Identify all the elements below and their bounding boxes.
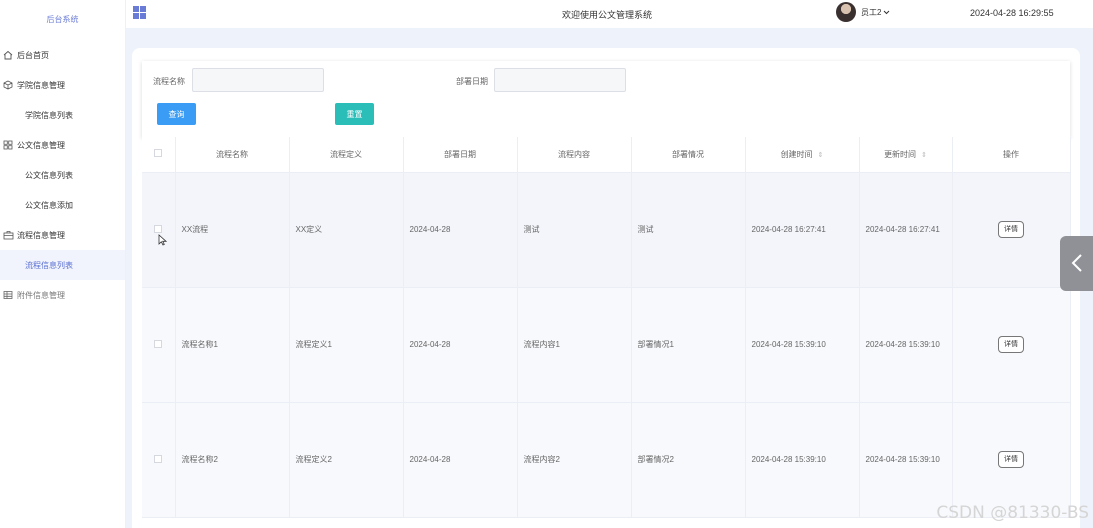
menu-item-document-add[interactable]: 公文信息添加 <box>0 190 125 220</box>
cell-content: 流程内容2 <box>517 402 632 518</box>
home-icon <box>2 49 14 61</box>
cell-created: 2024-04-28 15:39:10 <box>745 287 860 403</box>
cell-action: 详情 <box>952 172 1071 288</box>
menu-item-college-list[interactable]: 学院信息列表 <box>0 100 125 130</box>
deploy-date-label: 部署日期 <box>456 77 488 86</box>
current-datetime: 2024-04-28 16:29:55 <box>970 8 1054 18</box>
user-name: 员工2 <box>861 7 882 17</box>
select-all-checkbox[interactable] <box>154 149 163 158</box>
briefcase-icon <box>2 229 14 241</box>
row-checkbox-cell[interactable] <box>142 287 176 403</box>
table-row: 流程名称1 流程定义1 2024-04-28 流程内容1 部署情况1 2024-… <box>142 287 1071 403</box>
avatar <box>836 2 856 22</box>
side-panel-toggle[interactable] <box>1060 236 1093 291</box>
grid-icon <box>2 139 14 151</box>
menu-item-label: 公文信息列表 <box>25 170 73 180</box>
cell-updated: 2024-04-28 15:39:10 <box>859 402 953 518</box>
column-header: 操作 <box>952 137 1071 173</box>
menu-item-process-list[interactable]: 流程信息列表 <box>0 250 125 280</box>
cell-definition: XX定义 <box>289 172 404 288</box>
cell-created: 2024-04-28 16:27:41 <box>745 172 860 288</box>
cell-definition: 流程定义2 <box>289 402 404 518</box>
menu-item-attachment-management[interactable]: 附件信息管理 <box>0 280 125 310</box>
cell-updated: 2024-04-28 15:39:10 <box>859 287 953 403</box>
menu-item-label: 公文信息添加 <box>25 200 73 210</box>
sort-icon[interactable]: ⇕ <box>921 152 927 159</box>
row-checkbox-cell[interactable] <box>142 402 176 518</box>
reset-button[interactable]: 重置 <box>335 103 374 125</box>
cell-updated: 2024-04-28 16:27:41 <box>859 172 953 288</box>
menu-item-label: 后台首页 <box>17 50 49 60</box>
content-panel: 流程名称 部署日期 查询 重置 流程名称 流程定义 部署日期 流程内容 部署情况 <box>132 48 1080 528</box>
process-name-label: 流程名称 <box>153 77 185 86</box>
menu-item-document-management[interactable]: 公文信息管理 <box>0 130 125 160</box>
menu-item-label: 学院信息列表 <box>25 110 73 120</box>
cube-icon <box>2 79 14 91</box>
cell-content: 测试 <box>517 172 632 288</box>
menu-item-label: 流程信息列表 <box>25 260 73 270</box>
table-row: 流程名称2 流程定义2 2024-04-28 流程内容2 部署情况2 2024-… <box>142 402 1071 518</box>
menu-item-college-management[interactable]: 学院信息管理 <box>0 70 125 100</box>
watermark: CSDN @81330-BS <box>936 503 1089 523</box>
cell-status: 部署情况2 <box>631 402 746 518</box>
column-header: 部署情况 <box>631 137 746 173</box>
table-icon <box>2 289 14 301</box>
menu-item-label: 附件信息管理 <box>17 290 65 300</box>
search-form: 流程名称 部署日期 查询 重置 <box>142 61 1070 138</box>
cell-date: 2024-04-28 <box>403 287 518 403</box>
column-header-created[interactable]: 创建时间 ⇕ <box>745 137 860 173</box>
column-header: 部署日期 <box>403 137 518 173</box>
row-checkbox[interactable] <box>154 454 163 463</box>
column-header-label: 更新时间 <box>884 149 917 159</box>
process-name-input[interactable] <box>192 68 324 92</box>
top-bar: 欢迎使用公文管理系统 员工2 2024-04-28 16:29:55 <box>126 0 1093 28</box>
welcome-title: 欢迎使用公文管理系统 <box>562 10 653 20</box>
row-checkbox-cell[interactable] <box>142 172 176 288</box>
deploy-date-input[interactable] <box>494 68 626 92</box>
cell-created: 2024-04-28 15:39:10 <box>745 402 860 518</box>
chevron-down-icon <box>883 7 890 17</box>
column-header-updated[interactable]: 更新时间 ⇕ <box>859 137 953 173</box>
brand-title: 后台系统 <box>46 15 79 24</box>
menu-item-label: 学院信息管理 <box>17 80 65 90</box>
cell-action: 详情 <box>952 402 1071 518</box>
row-checkbox[interactable] <box>154 339 163 348</box>
column-header: 流程名称 <box>175 137 290 173</box>
menu-item-label: 公文信息管理 <box>17 140 65 150</box>
row-checkbox[interactable] <box>154 224 163 233</box>
sidebar: 后台系统 后台首页 学院信息管理 学院信息列表 公文信息管理 公文信息列表 公文… <box>0 0 126 528</box>
cell-definition: 流程定义1 <box>289 287 404 403</box>
detail-button[interactable]: 详情 <box>998 451 1024 468</box>
sort-icon[interactable]: ⇕ <box>818 152 824 159</box>
cell-date: 2024-04-28 <box>403 402 518 518</box>
column-header-label: 创建时间 <box>780 149 813 159</box>
cell-content: 流程内容1 <box>517 287 632 403</box>
cell-name: XX流程 <box>175 172 290 288</box>
menu-item-process-management[interactable]: 流程信息管理 <box>0 220 125 250</box>
detail-button[interactable]: 详情 <box>998 221 1024 238</box>
cell-status: 测试 <box>631 172 746 288</box>
menu-item-document-list[interactable]: 公文信息列表 <box>0 160 125 190</box>
cell-status: 部署情况1 <box>631 287 746 403</box>
table-header-row: 流程名称 流程定义 部署日期 流程内容 部署情况 创建时间 ⇕ 更新时间 ⇕ 操作 <box>142 137 1071 173</box>
detail-button[interactable]: 详情 <box>998 336 1024 353</box>
cell-date: 2024-04-28 <box>403 172 518 288</box>
main-area: 流程名称 部署日期 查询 重置 流程名称 流程定义 部署日期 流程内容 部署情况 <box>126 28 1093 528</box>
query-button[interactable]: 查询 <box>157 103 196 125</box>
chevron-left-icon <box>1071 253 1083 275</box>
table-row: XX流程 XX定义 2024-04-28 测试 测试 2024-04-28 16… <box>142 172 1071 288</box>
select-all-cell[interactable] <box>142 137 176 173</box>
cell-name: 流程名称1 <box>175 287 290 403</box>
cell-action: 详情 <box>952 287 1071 403</box>
user-menu[interactable]: 员工2 <box>836 2 890 22</box>
mouse-cursor-icon <box>158 234 168 248</box>
menu-item-home[interactable]: 后台首页 <box>0 40 125 70</box>
menu-item-label: 流程信息管理 <box>17 230 65 240</box>
column-header: 流程定义 <box>289 137 404 173</box>
column-header: 流程内容 <box>517 137 632 173</box>
process-table: 流程名称 流程定义 部署日期 流程内容 部署情况 创建时间 ⇕ 更新时间 ⇕ 操作 … <box>142 137 1071 518</box>
menu-toggle-icon[interactable] <box>133 6 146 19</box>
cell-name: 流程名称2 <box>175 402 290 518</box>
